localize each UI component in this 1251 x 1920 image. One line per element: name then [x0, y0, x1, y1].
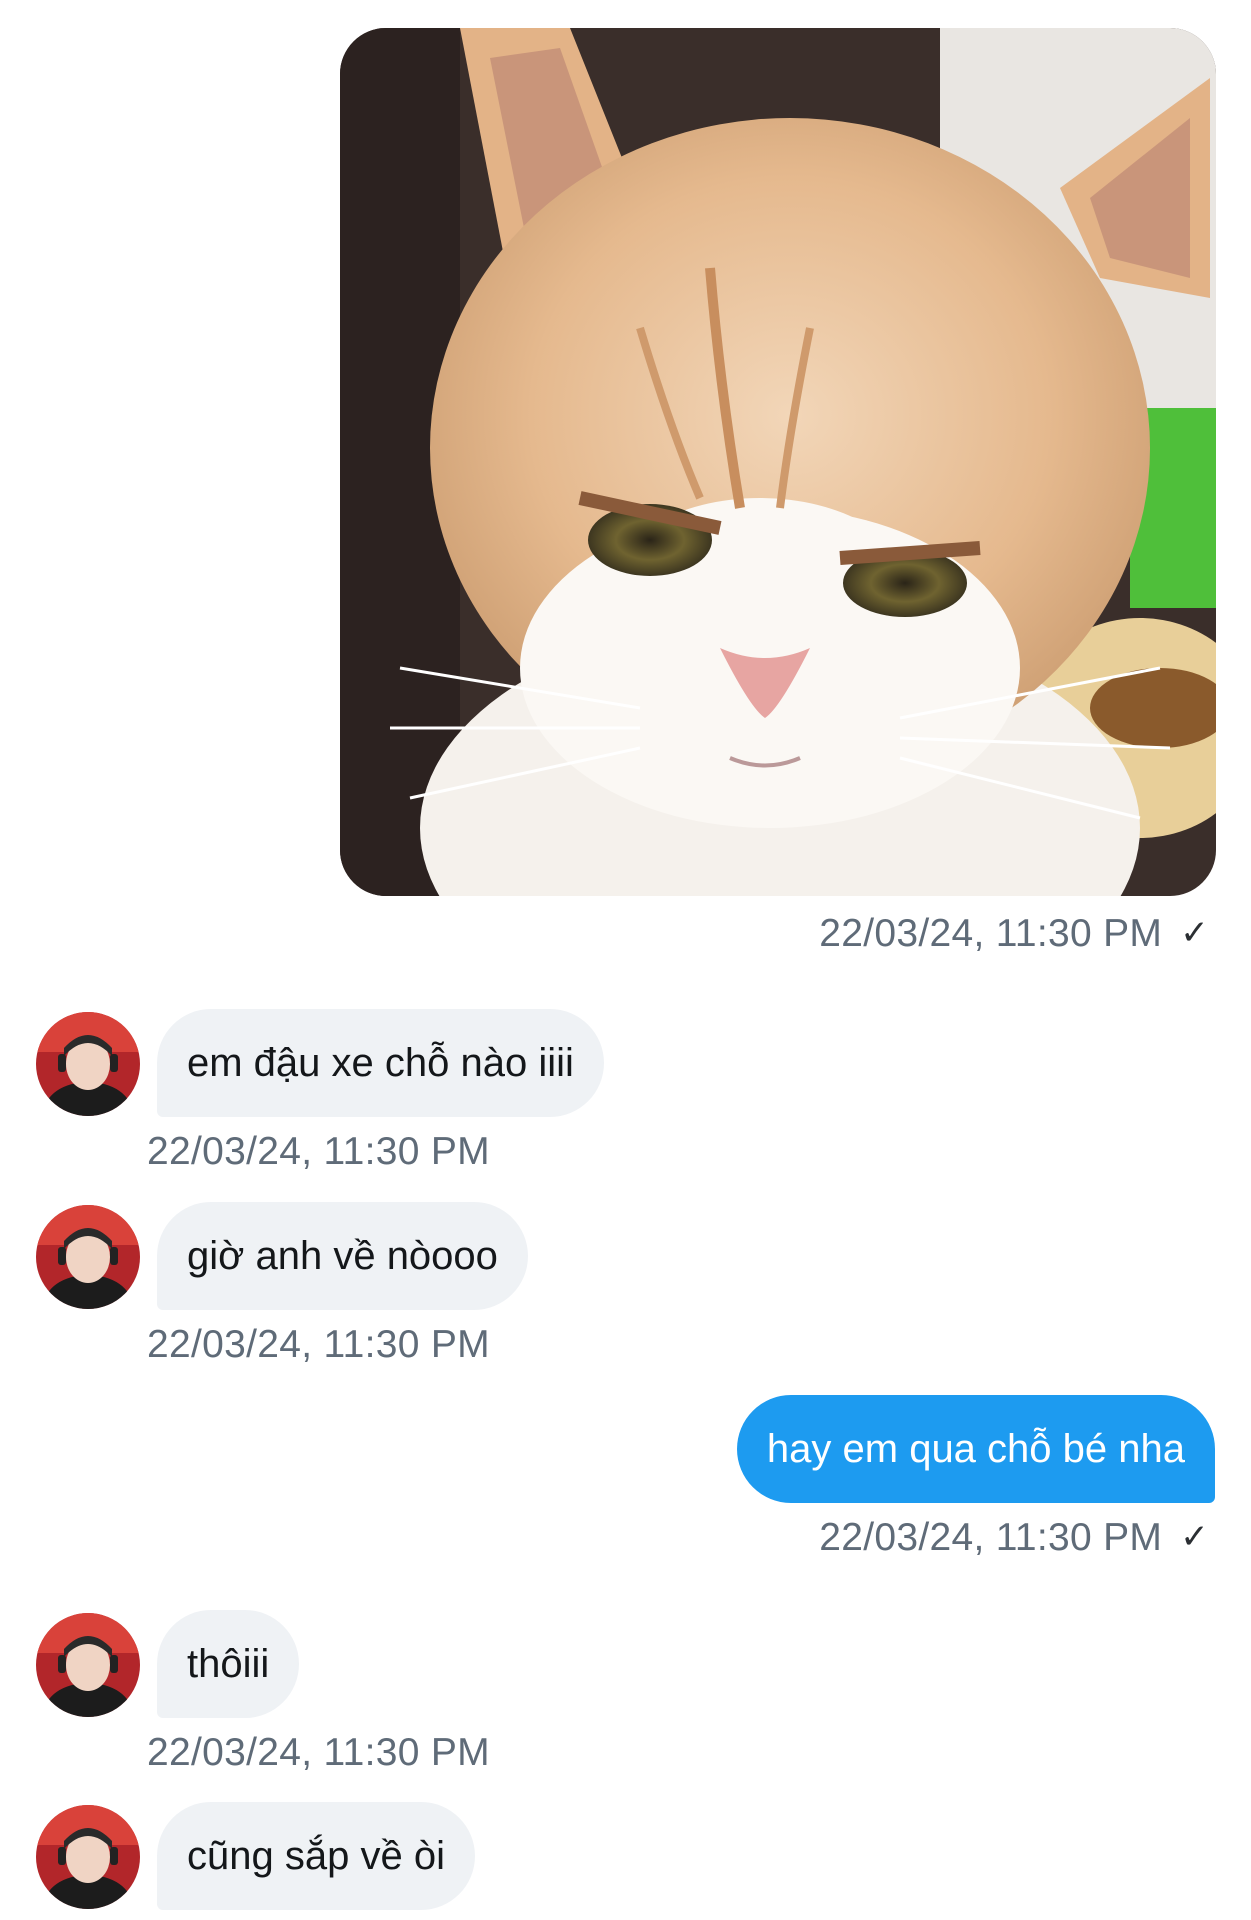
cat-photo — [340, 28, 1216, 896]
message-timestamp: 22/03/24, 11:30 PM ✓ — [819, 1516, 1209, 1560]
avatar-image — [36, 1205, 140, 1309]
avatar[interactable] — [36, 1805, 140, 1909]
message-bubble-incoming[interactable]: em đậu xe chỗ nào iiii — [157, 1009, 604, 1117]
message-timestamp: 22/03/24, 11:30 PM — [147, 1731, 490, 1774]
message-timestamp: 22/03/24, 11:30 PM — [147, 1323, 490, 1366]
avatar-image — [36, 1012, 140, 1116]
check-icon: ✓ — [1180, 1518, 1209, 1556]
timestamp-text: 22/03/24, 11:30 PM — [819, 1516, 1163, 1559]
check-icon: ✓ — [1180, 914, 1209, 952]
message-bubble-incoming[interactable]: thôiii — [157, 1610, 300, 1718]
avatar[interactable] — [36, 1613, 140, 1717]
image-message-timestamp: 22/03/24, 11:30 PM ✓ — [819, 912, 1209, 956]
message-bubble-incoming[interactable]: cũng sắp về òi — [157, 1802, 475, 1910]
message-timestamp: 22/03/24, 11:30 PM — [147, 1130, 490, 1173]
timestamp-text: 22/03/24, 11:30 PM — [819, 912, 1163, 955]
avatar[interactable] — [36, 1012, 140, 1116]
chat-thread: 22/03/24, 11:30 PM ✓ em đậu xe chỗ nào ii… — [0, 0, 1251, 1920]
avatar-image — [36, 1805, 140, 1909]
avatar-image — [36, 1613, 140, 1717]
message-bubble-incoming[interactable]: giờ anh về nòooo — [157, 1202, 528, 1310]
message-bubble-outgoing[interactable]: hay em qua chỗ bé nha — [736, 1395, 1215, 1503]
image-message[interactable] — [340, 28, 1216, 896]
avatar[interactable] — [36, 1205, 140, 1309]
